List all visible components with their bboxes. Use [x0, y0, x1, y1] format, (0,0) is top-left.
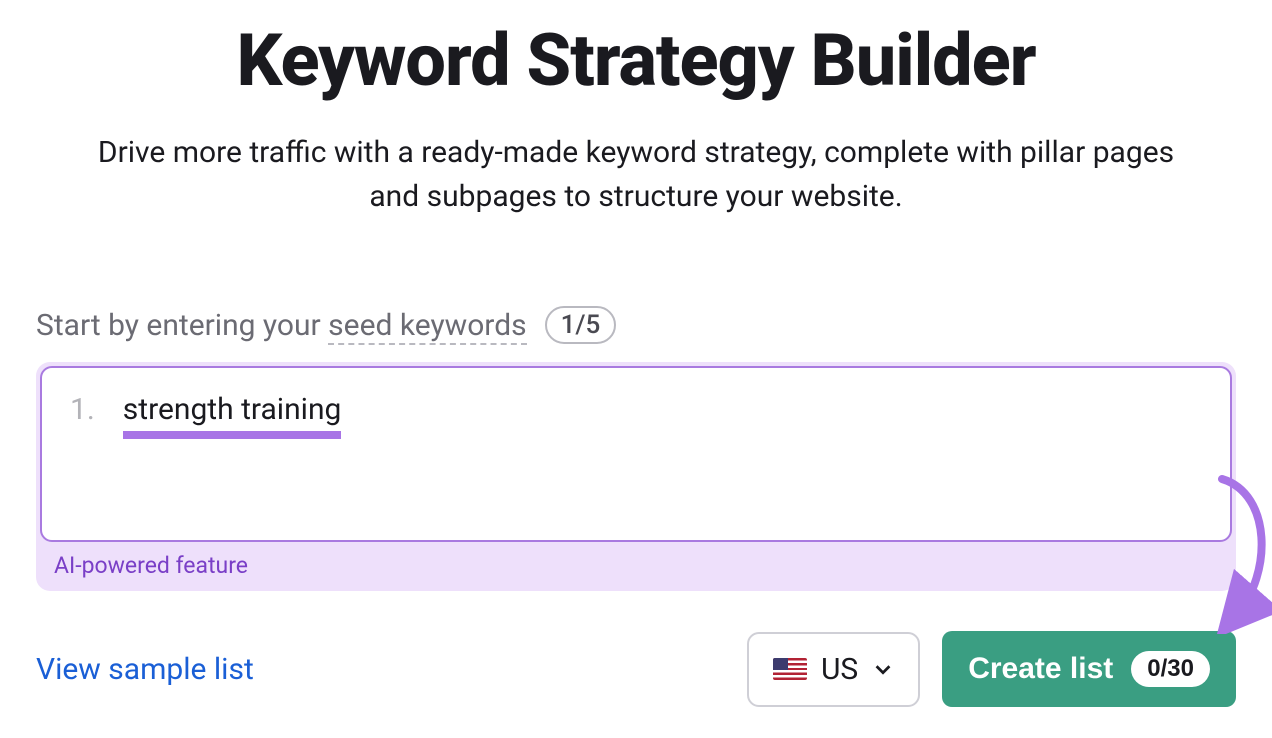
country-select[interactable]: US — [747, 632, 920, 707]
page-title: Keyword Strategy Builder — [36, 18, 1236, 103]
ai-powered-caption: AI-powered feature — [40, 542, 1232, 591]
footer-right-controls: US Create list 0/30 — [747, 631, 1236, 707]
page-subtitle: Drive more traffic with a ready-made key… — [36, 131, 1236, 218]
highlight-underline — [123, 431, 342, 439]
seed-keywords-label[interactable]: seed keywords — [328, 308, 526, 345]
seed-keyword-value: strength training — [123, 392, 342, 427]
chevron-down-icon — [872, 658, 894, 680]
country-code-label: US — [821, 652, 858, 687]
us-flag-icon — [773, 658, 807, 680]
seed-prompt-row: Start by entering your seed keywords 1/5 — [36, 306, 1236, 344]
seed-count-pill: 1/5 — [545, 306, 617, 344]
seed-keyword-input[interactable]: 1. strength training — [40, 366, 1232, 542]
seed-prompt-prefix: Start by entering your — [36, 308, 328, 343]
seed-input-wrap: 1. strength training AI-powered feature — [36, 362, 1236, 591]
footer-row: View sample list US Create list 0/30 — [36, 631, 1236, 707]
create-list-label: Create list — [968, 652, 1113, 686]
seed-row-1: 1. strength training — [70, 392, 1202, 427]
create-list-button[interactable]: Create list 0/30 — [942, 631, 1236, 707]
seed-row-number: 1. — [70, 392, 95, 427]
seed-keyword-text: strength training — [123, 392, 342, 427]
seed-prompt-text: Start by entering your seed keywords — [36, 308, 527, 343]
create-list-count-badge: 0/30 — [1131, 651, 1210, 687]
view-sample-link[interactable]: View sample list — [36, 652, 254, 687]
